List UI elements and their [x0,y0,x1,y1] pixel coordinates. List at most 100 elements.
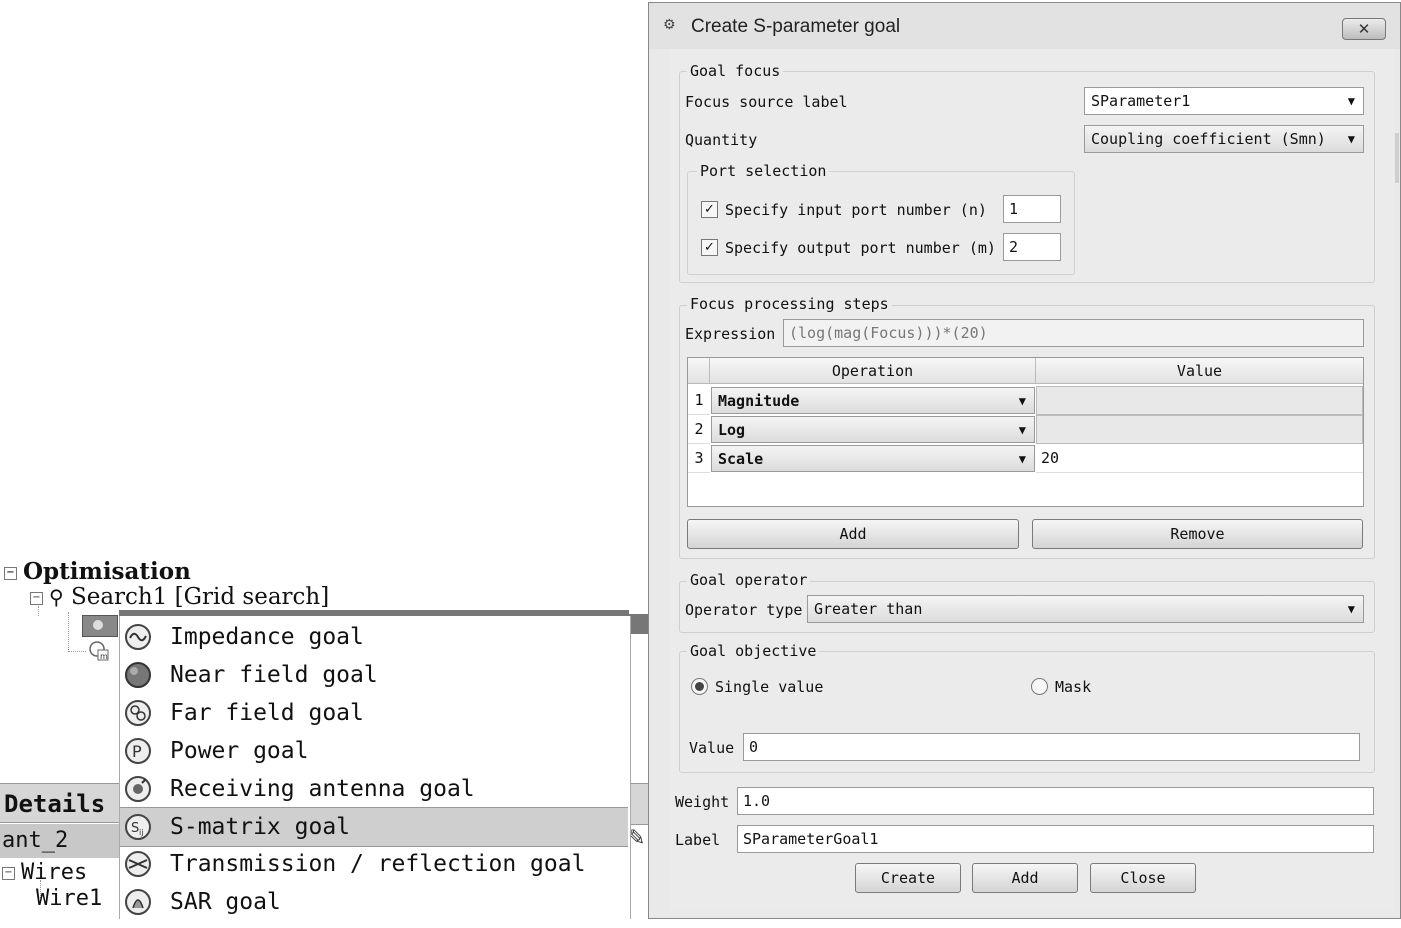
menu-item-receiving-antenna-goal[interactable]: Receiving antenna goal [120,770,628,808]
focus-source-select[interactable]: SParameter1 ▼ [1084,87,1364,115]
port-selection-title: Port selection [697,162,830,180]
add-button[interactable]: Add [972,863,1078,893]
tree-item-search[interactable]: − ⚲ Search1 [Grid search] [30,584,329,610]
expression-label: Expression [685,325,776,343]
create-button[interactable]: Create [855,863,961,893]
collapse-icon[interactable]: − [30,591,43,605]
power-icon: P [124,737,152,765]
table-row: Log ▼ [710,415,1036,444]
mask-label: Mask [1055,678,1092,696]
value-label: Value [689,739,735,757]
operator-type-label: Operator type [685,601,803,619]
processing-steps-title: Focus processing steps [687,295,892,313]
goal-context-menu: Impedance goal Near field goal Far field… [119,616,631,919]
menu-item-transmission-reflection-goal[interactable]: Transmission / reflection goal [120,845,628,883]
row-number: 1 [688,386,710,415]
quantity-label: Quantity [685,131,758,149]
menu-item-power-goal[interactable]: P Power goal [120,732,628,770]
dialog-title: Create S-parameter goal [691,16,901,37]
focus-source-label: Focus source label [685,93,848,111]
create-s-parameter-goal-dialog: ⚙ Create S-parameter goal ✕ Goal focus F… [648,2,1401,919]
output-port-label: Specify output port number (m) [725,239,996,257]
row-number: 3 [688,444,710,473]
value-cell [1036,415,1363,444]
weight-label: Weight [675,793,730,811]
column-header-operation[interactable]: Operation [710,358,1036,384]
single-value-label: Single value [715,678,824,696]
search-icon: ⚲ [49,585,64,609]
tree-item-label: Wires [21,860,88,885]
sar-icon [124,888,152,916]
chevron-down-icon: ▼ [1018,423,1026,437]
s-matrix-icon: Sij [124,813,152,841]
menu-item-near-field-goal[interactable]: Near field goal [120,656,628,694]
svg-text:ij: ij [139,828,143,837]
chevron-down-icon: ▼ [1018,452,1026,466]
tree-connector [68,612,69,652]
input-port-label: Specify input port number (n) [725,201,987,219]
output-port-field[interactable]: 2 [1003,233,1061,261]
details-panel-header: Details [0,783,122,823]
transmission-icon [124,850,152,878]
table-row: Scale ▼ [710,444,1036,473]
svg-text:P: P [132,742,142,761]
weight-field[interactable]: 1.0 [737,787,1374,815]
input-port-checkbox[interactable]: ✓ [701,201,718,218]
quantity-select[interactable]: Coupling coefficient (Smn) ▼ [1084,125,1364,153]
panel-strip [629,783,650,825]
row-number: 2 [688,415,710,444]
column-header-value[interactable]: Value [1036,358,1363,384]
tree-item-optimisation[interactable]: − Optimisation [4,558,191,585]
expression-field: (log(mag(Focus)))*(20) [783,319,1364,347]
label-field[interactable]: SParameterGoal1 [737,825,1374,853]
operation-select[interactable]: Magnitude ▼ [711,387,1035,414]
tree-item-label: Optimisation [23,558,191,585]
mask-radio[interactable] [1031,678,1048,695]
menu-item-s-matrix-goal[interactable]: Sij S-matrix goal [120,807,628,847]
close-window-button[interactable]: ✕ [1342,18,1386,40]
selected-goal-icon[interactable] [82,615,118,637]
tree-item-wires[interactable]: − Wires [2,860,87,885]
tree-connector [68,651,86,652]
collapse-icon[interactable]: − [4,566,17,580]
near-field-icon [124,661,152,689]
goal-group-icon[interactable]: m [88,640,110,662]
tree-item-label: Search1 [Grid search] [70,584,330,610]
close-button[interactable]: Close [1090,863,1196,893]
goal-focus-title: Goal focus [687,62,784,80]
value-cell [1036,386,1363,415]
tree-item-wire1[interactable]: Wire1 [36,886,102,911]
single-value-radio[interactable] [691,678,708,695]
chevron-down-icon: ▼ [1347,94,1355,108]
chevron-down-icon: ▼ [1347,602,1355,616]
collapse-icon[interactable]: − [2,866,15,880]
receiving-antenna-icon [124,775,152,803]
processing-steps-table: Operation Value 1 Magnitude ▼ 2 Log ▼ 3 Sc… [687,357,1364,507]
output-port-checkbox[interactable]: ✓ [701,239,718,256]
app-icon: ⚙ [663,17,676,33]
dialog-body: Goal focus Focus source label SParameter… [669,49,1395,911]
value-cell[interactable]: 20 [1036,444,1363,473]
menu-item-sar-goal[interactable]: SAR goal [120,883,628,921]
details-ant-row[interactable]: ant_2 [0,824,122,858]
menu-top-border [628,614,650,634]
input-port-field[interactable]: 1 [1003,195,1061,223]
operation-select[interactable]: Scale ▼ [711,445,1035,472]
menu-item-impedance-goal[interactable]: Impedance goal [120,618,628,656]
objective-value-field[interactable]: 0 [743,733,1360,761]
label-label: Label [675,831,721,849]
table-corner [688,358,710,384]
operation-select[interactable]: Log ▼ [711,416,1035,443]
add-step-button[interactable]: Add [687,519,1019,549]
tree-item-label: Wire1 [36,886,103,911]
menu-item-far-field-goal[interactable]: Far field goal [120,694,628,732]
dialog-titlebar[interactable]: ⚙ Create S-parameter goal ✕ [649,3,1400,49]
svg-text:m: m [100,652,108,661]
impedance-icon [124,623,152,651]
remove-step-button[interactable]: Remove [1032,519,1363,549]
goal-objective-title: Goal objective [687,642,820,660]
far-field-icon [124,699,152,727]
operator-type-select[interactable]: Greater than ▼ [807,595,1364,623]
chevron-down-icon: ▼ [1347,132,1355,146]
tree-connector [38,606,39,616]
